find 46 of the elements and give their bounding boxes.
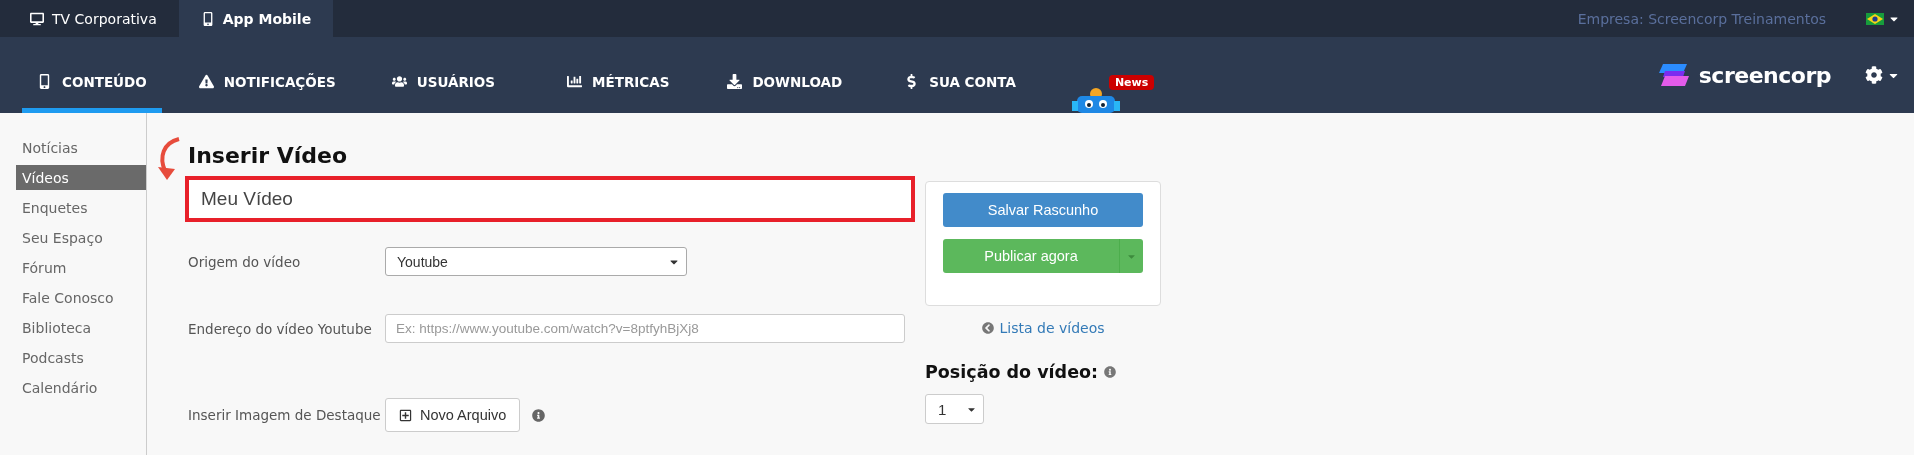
video-source-select[interactable]: Youtube — [385, 247, 687, 276]
nav-tab[interactable]: MÉTRICAS — [552, 37, 685, 113]
brand-name: screencorp — [1698, 62, 1831, 88]
nav-tab[interactable]: USUÁRIOS — [376, 37, 510, 113]
sidebar-item[interactable]: Fórum — [16, 255, 146, 280]
position-select[interactable]: 1 — [925, 394, 984, 424]
app-tab[interactable]: App Mobile — [178, 0, 334, 37]
nav-tab[interactable]: SUA CONTA — [889, 37, 1031, 113]
new-file-button[interactable]: Novo Arquivo — [385, 398, 521, 432]
position-label: Posição do vídeo: — [925, 362, 1099, 382]
monitor-icon — [30, 11, 44, 26]
nav-tab[interactable]: CONTEÚDO — [22, 37, 162, 113]
phone-icon — [37, 74, 52, 89]
app-tab[interactable]: TV Corporativa — [8, 0, 179, 37]
bar-chart-icon — [567, 74, 582, 89]
sidebar-item[interactable]: Biblioteca — [16, 315, 146, 340]
sidebar-item[interactable]: Podcasts — [16, 345, 146, 370]
video-url-field[interactable]: Ex: https://www.youtube.com/watch?v=8ptfyhBjXj8 — [385, 314, 905, 343]
back-icon — [981, 322, 994, 334]
info-icon — [532, 408, 546, 422]
warning-icon — [198, 74, 214, 89]
sidebar-item[interactable]: Calendário — [16, 375, 146, 400]
brazil-flag-icon — [1866, 12, 1884, 25]
field-label: Endereço do vídeo Youtube — [187, 320, 373, 337]
sidebar-item[interactable]: Seu Espaço — [16, 225, 146, 250]
company-name: Empresa: Screencorp Treinamentos — [1577, 10, 1826, 27]
sidebar-item[interactable]: Notícias — [16, 135, 146, 160]
save-draft-button[interactable]: Salvar Rascunho — [943, 193, 1143, 227]
sidebar-item[interactable]: Fale Conosco — [16, 285, 146, 310]
field-label: Inserir Imagem de Destaque — [187, 407, 382, 423]
video-title-field[interactable]: Meu Vídeo — [185, 176, 915, 222]
robot-mascot-drawing — [1070, 87, 1121, 113]
brand-logo-icon — [1656, 64, 1691, 86]
sidebar-item[interactable]: Vídeos — [16, 165, 146, 190]
nav-tab[interactable]: DOWNLOAD — [712, 37, 858, 113]
field-label: Origem do vídeo — [187, 253, 302, 270]
nav-tab[interactable]: NOTIFICAÇÕES — [183, 37, 351, 113]
page-title: Inserir Vídeo — [188, 143, 349, 168]
video-list-link[interactable]: Lista de vídeos — [981, 320, 1105, 336]
info-icon — [1104, 366, 1117, 378]
news-badge: News — [1108, 75, 1155, 90]
settings-icon[interactable] — [1865, 66, 1883, 84]
sidebar-item[interactable]: Enquetes — [16, 195, 146, 220]
download-icon — [727, 74, 743, 89]
users-icon — [391, 74, 407, 89]
plus-icon — [399, 408, 412, 422]
